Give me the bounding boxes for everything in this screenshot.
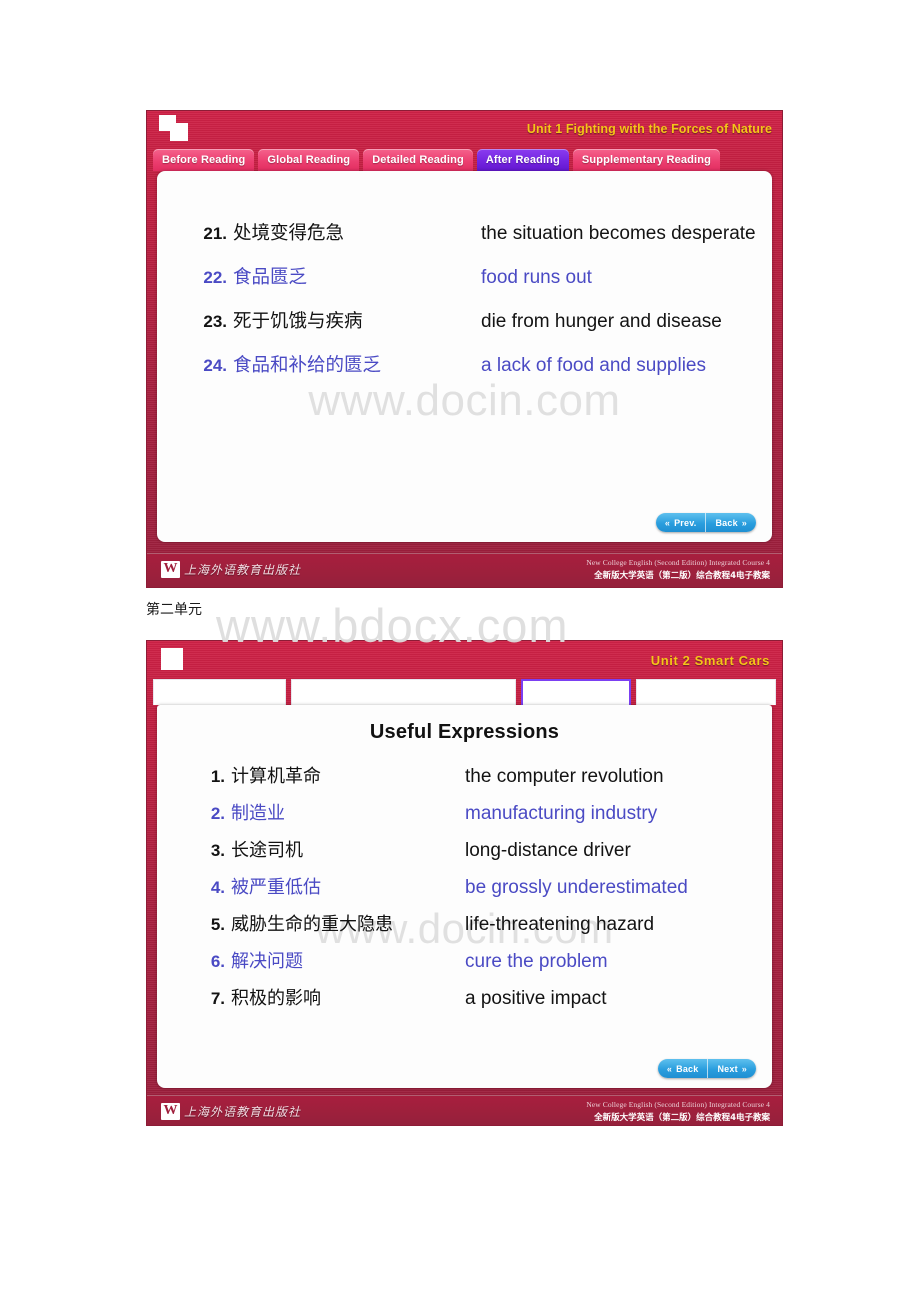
expression-row: 22. 食品匮乏 food runs out xyxy=(201,263,772,289)
tab-global-reading[interactable]: Global Reading xyxy=(258,149,360,171)
slide1-unit-title: Unit 1 Fighting with the Forces of Natur… xyxy=(526,122,772,136)
expression-english: die from hunger and disease xyxy=(481,311,722,332)
expression-row: 1. 计算机革命 the computer revolution xyxy=(207,762,772,788)
expression-row: 5. 威胁生命的重大隐患 life-threatening hazard xyxy=(207,910,772,936)
tab-after-reading[interactable]: After Reading xyxy=(476,149,569,171)
expression-english: food runs out xyxy=(481,267,592,288)
expression-chinese: 死于饥饿与疾病 xyxy=(233,311,363,332)
expression-number: 4. xyxy=(210,878,225,897)
slide1-content-panel: www.docin.com 21. 处境变得危急 the situation b… xyxy=(157,171,772,542)
tab-blank-1[interactable] xyxy=(153,679,286,705)
tab-blank-3-active[interactable] xyxy=(521,679,632,705)
expression-english: life-threatening hazard xyxy=(465,914,655,935)
publisher-block: W 上海外语教育出版社 xyxy=(161,561,301,578)
course-title-en: New College English (Second Edition) Int… xyxy=(586,1100,770,1109)
expression-number: 6. xyxy=(210,952,225,971)
expression-number: 2. xyxy=(210,804,225,823)
chevron-left-icon: « xyxy=(664,517,671,528)
expression-number: 3. xyxy=(210,841,225,860)
expression-chinese: 长途司机 xyxy=(231,840,303,861)
expression-chinese: 积极的影响 xyxy=(231,988,321,1009)
slide1-header: Unit 1 Fighting with the Forces of Natur… xyxy=(147,111,782,149)
expression-chinese: 食品匮乏 xyxy=(233,267,308,288)
slide1-expression-list: 21. 处境变得危急 the situation becomes despera… xyxy=(157,171,772,377)
expression-english: a positive impact xyxy=(465,988,607,1009)
chevron-left-icon: « xyxy=(666,1063,673,1074)
slide1-tab-strip: Before Reading Global Reading Detailed R… xyxy=(147,149,782,171)
prev-button-label: Prev. xyxy=(674,517,697,528)
expression-english: manufacturing industry xyxy=(465,803,658,824)
expression-number: 22. xyxy=(203,268,227,287)
slide2-footer: W 上海外语教育出版社 New College English (Second … xyxy=(147,1095,782,1125)
next-button-label: Next xyxy=(717,1063,738,1074)
slide2-nav-buttons: « Back Next » xyxy=(657,1059,756,1078)
expression-number: 7. xyxy=(210,989,225,1008)
expression-chinese: 处境变得危急 xyxy=(233,223,345,244)
back-button[interactable]: Back » xyxy=(705,513,756,532)
tab-blank-2[interactable] xyxy=(290,679,517,705)
slide1-footer: W 上海外语教育出版社 New College English (Second … xyxy=(147,553,782,587)
expression-number: 21. xyxy=(203,224,227,243)
tab-supplementary-reading[interactable]: Supplementary Reading xyxy=(572,149,720,171)
publisher-name: 上海外语教育出版社 xyxy=(184,563,302,577)
prev-button[interactable]: « Prev. xyxy=(655,513,706,532)
tab-before-reading[interactable]: Before Reading xyxy=(153,149,255,171)
expression-number: 5. xyxy=(210,915,225,934)
expression-english: long-distance driver xyxy=(465,840,631,861)
expression-english: the situation becomes desperate xyxy=(481,223,756,244)
slide1-panel-watermark: www.docin.com xyxy=(308,376,621,425)
expression-number: 24. xyxy=(203,356,227,375)
expression-row: 24. 食品和补给的匮乏 a lack of food and supplies xyxy=(201,351,772,377)
section-caption: 第二单元 xyxy=(146,602,202,618)
expression-english: a lack of food and supplies xyxy=(481,355,706,376)
back-button[interactable]: « Back xyxy=(657,1059,708,1078)
back-button-label: Back xyxy=(715,517,738,528)
expression-row: 6. 解决问题 cure the problem xyxy=(207,947,772,973)
expression-row: 23. 死于饥饿与疾病 die from hunger and disease xyxy=(201,307,772,333)
publisher-block: W 上海外语教育出版社 xyxy=(161,1103,301,1120)
tab-blank-4[interactable] xyxy=(636,679,776,705)
tab-detailed-reading[interactable]: Detailed Reading xyxy=(363,149,473,171)
courseware-logo-icon xyxy=(159,115,189,143)
courseware-logo-icon xyxy=(159,645,189,673)
expression-english: cure the problem xyxy=(465,951,608,972)
course-title-cn: 全新版大学英语（第二版）综合教程4电子教案 xyxy=(594,571,770,581)
chevron-right-icon: » xyxy=(741,517,747,528)
expression-number: 1. xyxy=(210,767,225,786)
slide2-unit-title: Unit 2 Smart Cars xyxy=(650,653,770,668)
expression-english: the computer revolution xyxy=(465,766,664,787)
slide2-expression-list: 1. 计算机革命 the computer revolution 2. 制造业 … xyxy=(157,744,772,1010)
expression-chinese: 威胁生命的重大隐患 xyxy=(231,914,393,935)
expression-row: 21. 处境变得危急 the situation becomes despera… xyxy=(201,219,772,245)
next-button[interactable]: Next » xyxy=(707,1059,756,1078)
expression-row: 2. 制造业 manufacturing industry xyxy=(207,799,772,825)
slide2-header: Unit 2 Smart Cars xyxy=(147,641,782,679)
slide2-panel-title: Useful Expressions xyxy=(369,721,560,743)
back-button-label: Back xyxy=(676,1063,699,1074)
publisher-logo-icon: W xyxy=(161,1103,180,1120)
course-title-en: New College English (Second Edition) Int… xyxy=(586,558,770,567)
slide2-course-meta: New College English (Second Edition) Int… xyxy=(586,1100,770,1123)
expression-chinese: 制造业 xyxy=(231,803,285,824)
expression-chinese: 计算机革命 xyxy=(231,766,321,787)
slide2-tab-strip xyxy=(147,679,782,705)
expression-chinese: 食品和补给的匮乏 xyxy=(233,355,382,376)
expression-chinese: 被严重低估 xyxy=(231,877,321,898)
expression-number: 23. xyxy=(203,312,227,331)
expression-row: 7. 积极的影响 a positive impact xyxy=(207,984,772,1010)
chevron-right-icon: » xyxy=(741,1063,747,1074)
expression-english: be grossly underestimated xyxy=(465,877,688,898)
expression-row: 4. 被严重低估 be grossly underestimated xyxy=(207,873,772,899)
expression-chinese: 解决问题 xyxy=(231,951,303,972)
slide1-course-meta: New College English (Second Edition) Int… xyxy=(586,558,770,581)
publisher-logo-icon: W xyxy=(161,561,180,578)
slide1-nav-buttons: « Prev. Back » xyxy=(655,513,756,532)
publisher-name: 上海外语教育出版社 xyxy=(184,1105,302,1119)
slide-unit-2: Unit 2 Smart Cars www.docin.com Useful E… xyxy=(146,640,783,1126)
slide2-content-panel: www.docin.com Useful Expressions 1. 计算机革… xyxy=(157,705,772,1088)
slide-unit-1: Unit 1 Fighting with the Forces of Natur… xyxy=(146,110,783,588)
course-title-cn: 全新版大学英语（第二版）综合教程4电子教案 xyxy=(594,1113,770,1123)
expression-row: 3. 长途司机 long-distance driver xyxy=(207,836,772,862)
